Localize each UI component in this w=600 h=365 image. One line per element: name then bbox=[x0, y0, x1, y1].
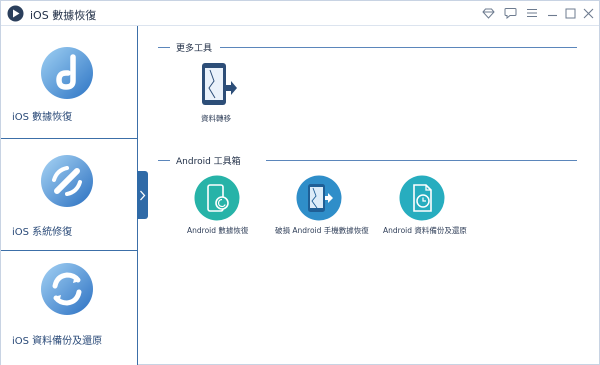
tool-label: 資料轉移 bbox=[201, 114, 231, 123]
tool-label: Android 數據恢復 bbox=[187, 226, 249, 235]
tool-broken-android-recovery[interactable]: 破損 Android 手機數據恢復 bbox=[271, 175, 369, 237]
android-backup-icon bbox=[399, 175, 445, 221]
section-title: 更多工具 bbox=[176, 44, 213, 54]
minimize-icon[interactable] bbox=[545, 6, 559, 20]
phone-transfer-icon bbox=[202, 63, 237, 105]
diamond-icon[interactable] bbox=[481, 6, 495, 20]
broken-phone-recovery-icon bbox=[296, 175, 342, 221]
system-repair-logo-icon bbox=[41, 155, 93, 207]
android-recovery-icon bbox=[194, 175, 240, 221]
divider bbox=[158, 47, 170, 48]
divider bbox=[266, 160, 577, 161]
more-tools-header: 更多工具 bbox=[158, 41, 577, 54]
divider bbox=[158, 160, 170, 161]
sidebar-item-data-recovery[interactable]: iOS 數據恢復 bbox=[1, 26, 137, 139]
backup-restore-logo-icon bbox=[41, 263, 93, 315]
sidebar-item-label: iOS 系統修復 bbox=[12, 227, 73, 238]
menu-icon[interactable] bbox=[525, 6, 539, 20]
divider bbox=[220, 47, 577, 48]
tool-android-backup-restore[interactable]: Android 資料備份及還原 bbox=[381, 175, 467, 237]
sidebar: iOS 數據恢復 iOS 系統修復 iOS 資料備份及還原 bbox=[1, 26, 138, 365]
chevron-right-icon bbox=[140, 190, 146, 200]
tool-label: 破損 Android 手機數據恢復 bbox=[275, 226, 369, 235]
app-logo-icon bbox=[7, 5, 24, 22]
title-bar: iOS 數據恢復 bbox=[1, 1, 599, 26]
chat-icon[interactable] bbox=[503, 6, 517, 20]
tool-label: Android 資料備份及還原 bbox=[383, 226, 467, 235]
tool-android-data-recovery[interactable]: Android 數據恢復 bbox=[181, 175, 253, 237]
close-icon[interactable] bbox=[581, 6, 595, 20]
section-title: Android 工具箱 bbox=[176, 157, 241, 167]
android-toolbox-header: Android 工具箱 bbox=[158, 154, 577, 167]
sidebar-item-backup-restore[interactable]: iOS 資料備份及還原 bbox=[1, 251, 137, 365]
sidebar-item-label: iOS 數據恢復 bbox=[12, 112, 73, 123]
maximize-icon[interactable] bbox=[563, 6, 577, 20]
sidebar-item-label: iOS 資料備份及還原 bbox=[12, 336, 103, 347]
app-title: iOS 數據恢復 bbox=[30, 9, 97, 22]
collapse-sidebar-button[interactable] bbox=[137, 171, 148, 219]
data-recovery-logo-icon bbox=[41, 47, 93, 99]
sidebar-item-system-repair[interactable]: iOS 系統修復 bbox=[1, 139, 137, 251]
tool-data-transfer[interactable]: 資料轉移 bbox=[181, 61, 251, 125]
app-window: iOS 數據恢復 iOS 數據恢復 iOS 系統修復 iOS 資料備份及還原 更… bbox=[0, 0, 600, 365]
